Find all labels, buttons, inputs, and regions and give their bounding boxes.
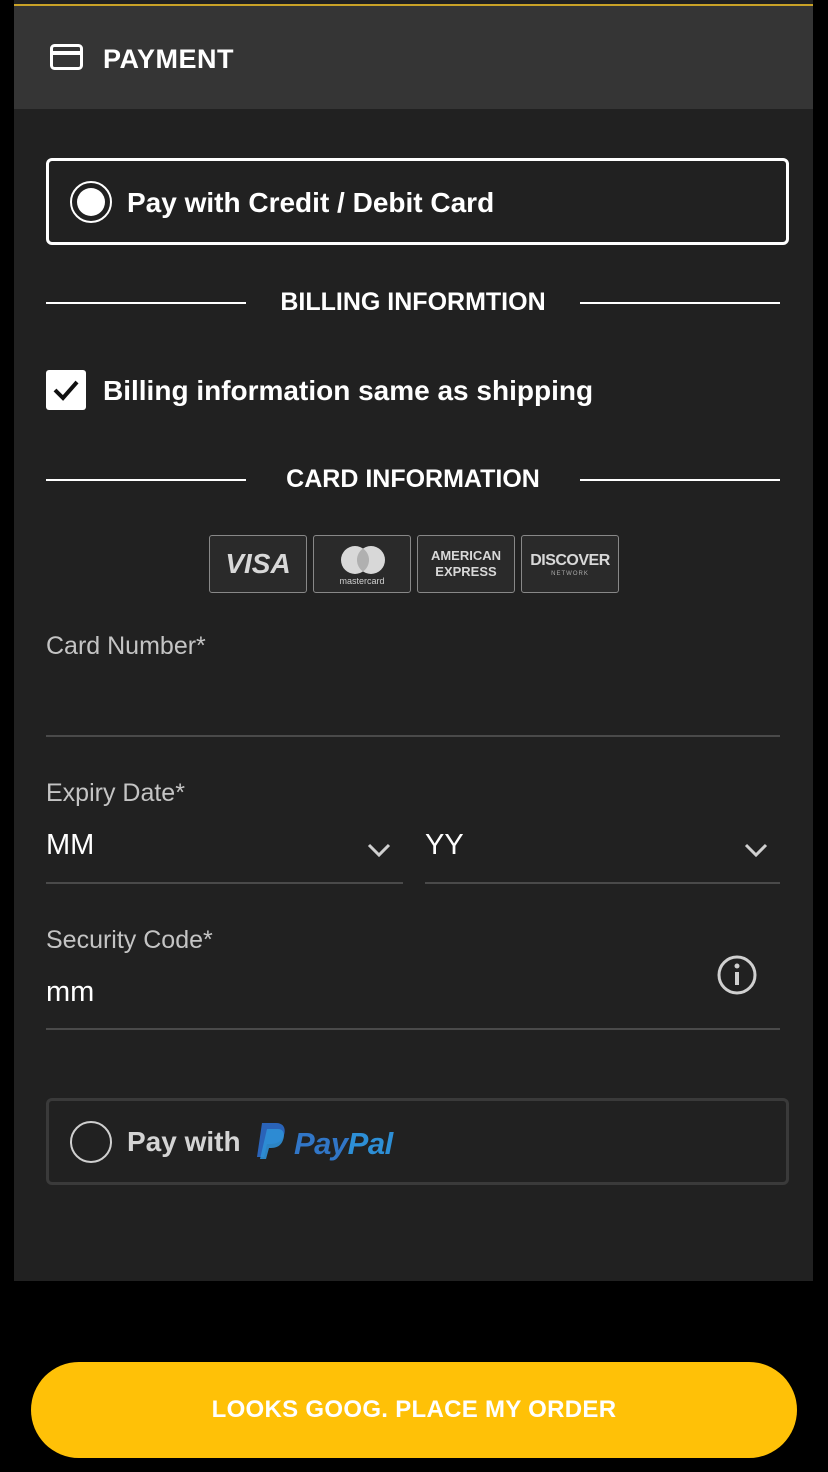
card-number-input[interactable] (46, 676, 780, 726)
amex-line2: EXPRESS (435, 564, 497, 579)
card-radio-button[interactable] (70, 181, 112, 223)
paypal-wordmark-pal: Pal (347, 1126, 394, 1161)
security-code-input[interactable]: mm (46, 976, 696, 1021)
divider-line-right (580, 302, 780, 304)
place-order-button[interactable]: LOOKS GOOG. PLACE MY ORDER (31, 1362, 797, 1458)
security-code-label: Security Code* (46, 926, 213, 954)
expiry-month-underline (46, 882, 403, 884)
expiry-year-underline (425, 882, 780, 884)
discover-text: DISCOVER (530, 552, 610, 569)
amex-logo: AMERICAN EXPRESS (417, 535, 515, 593)
divider-line-right (580, 479, 780, 481)
paypal-wordmark: PayPal (294, 1126, 393, 1162)
paypal-wordmark-pay: Pay (294, 1126, 348, 1161)
expiry-month-select[interactable]: MM (46, 829, 403, 874)
expiry-year-select[interactable]: YY (425, 829, 780, 874)
chevron-down-icon[interactable] (367, 842, 391, 858)
same-as-shipping-row[interactable]: Billing information same as shipping (46, 370, 746, 412)
mastercard-text: mastercard (339, 576, 385, 586)
amex-line1: AMERICAN (430, 548, 502, 563)
paypal-logo: PayPal (254, 1121, 404, 1163)
discover-logo: DISCOVER NETWORK (521, 535, 619, 593)
credit-card-icon (50, 44, 83, 70)
pay-with-paypal-option[interactable]: Pay with PayPal (46, 1098, 789, 1185)
same-as-shipping-checkbox[interactable] (46, 370, 86, 410)
expiry-month-value: MM (46, 829, 95, 861)
expiry-year-value: YY (425, 829, 464, 861)
paypal-option-label: Pay with (127, 1126, 241, 1157)
security-code-underline (46, 1028, 780, 1030)
chevron-down-icon[interactable] (744, 842, 768, 858)
pay-with-card-option[interactable]: Pay with Credit / Debit Card (46, 158, 789, 245)
card-number-label: Card Number* (46, 632, 206, 660)
expiry-date-label: Expiry Date* (46, 779, 185, 807)
visa-text: VISA (225, 548, 291, 579)
mastercard-logo: mastercard (313, 535, 411, 593)
visa-logo: VISA (209, 535, 307, 593)
paypal-radio-button[interactable] (70, 1121, 112, 1163)
card-brand-logos: VISA mastercard AMERICAN EXPRESS DISCOVE… (209, 535, 619, 593)
paypal-p-icon (257, 1123, 285, 1159)
info-icon[interactable] (716, 954, 758, 996)
same-as-shipping-label: Billing information same as shipping (103, 375, 594, 406)
billing-section-divider: BILLING INFORMTION (46, 288, 780, 318)
payment-header: PAYMENT (14, 6, 813, 109)
discover-sub: NETWORK (551, 571, 589, 577)
checkmark-icon (53, 380, 79, 401)
card-option-label: Pay with Credit / Debit Card (127, 187, 495, 218)
card-number-underline (46, 735, 780, 737)
card-section-divider: CARD INFORMATION (46, 465, 780, 495)
payment-title: PAYMENT (103, 44, 235, 74)
